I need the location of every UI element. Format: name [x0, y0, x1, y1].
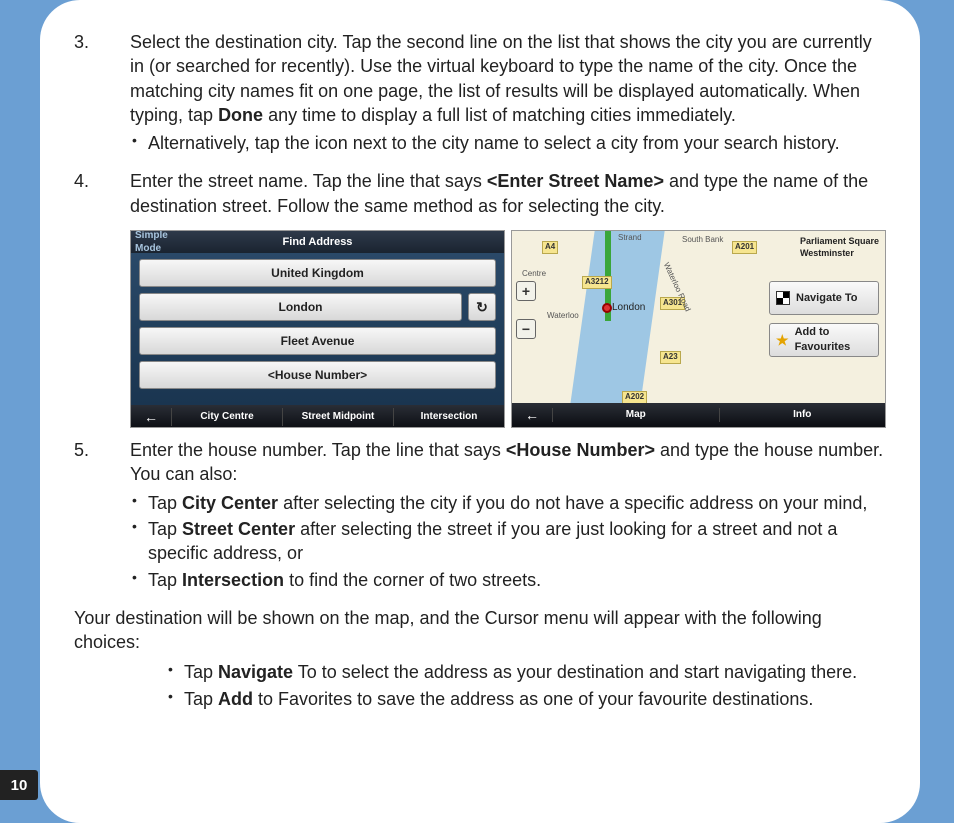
- fields-stack: United Kingdom London ↻ Fleet Avenue <Ho…: [139, 259, 496, 399]
- text: Enter the house number. Tap the line tha…: [130, 440, 506, 460]
- road-label: A3212: [582, 276, 612, 289]
- road-label: A23: [660, 351, 681, 364]
- screenshot-header: Simple Mode Find Address: [131, 231, 504, 253]
- text: to Favorites to save the address as one …: [253, 689, 813, 709]
- page-number: 10: [0, 770, 38, 800]
- substeps: Alternatively, tap the icon next to the …: [130, 131, 886, 155]
- list-item: Tap Navigate To to select the address as…: [166, 660, 886, 684]
- text: after selecting the city if you do not h…: [278, 493, 867, 513]
- back-button[interactable]: ←: [512, 406, 552, 425]
- country-field[interactable]: United Kingdom: [139, 259, 496, 287]
- list-item: Alternatively, tap the icon next to the …: [130, 131, 886, 155]
- screenshot-title: Find Address: [191, 235, 444, 250]
- road-label: A4: [542, 241, 558, 254]
- list-item: Tap Intersection to find the corner of t…: [130, 568, 886, 592]
- screenshots-row: Simple Mode Find Address United Kingdom …: [130, 230, 886, 428]
- pin-label: London: [612, 301, 645, 315]
- map-area[interactable]: A4 A3212 A301 A23 A201 A202 Strand Centr…: [512, 231, 885, 403]
- simple-mode-label[interactable]: Simple Mode: [131, 230, 191, 256]
- screenshot-footer: ← Map Info: [512, 403, 885, 427]
- find-address-screenshot: Simple Mode Find Address United Kingdom …: [130, 230, 505, 428]
- house-number-field[interactable]: <House Number>: [139, 361, 496, 389]
- step-number: 3.: [74, 30, 130, 157]
- map-text: Waterloo: [547, 311, 579, 322]
- bold: Add: [218, 689, 253, 709]
- text: Tap: [184, 662, 218, 682]
- text: Tap: [148, 519, 182, 539]
- text: Alternatively, tap the icon next to the …: [148, 133, 840, 153]
- bold: City Center: [182, 493, 278, 513]
- map-side-buttons: Navigate To ★ Add to Favourites: [769, 281, 879, 357]
- map-text: Strand: [618, 233, 642, 244]
- zoom-out-button[interactable]: −: [516, 319, 536, 339]
- callout-line-2: Westminster: [800, 247, 879, 259]
- bold: Done: [218, 105, 263, 125]
- bold: Street Center: [182, 519, 295, 539]
- text: Tap: [148, 493, 182, 513]
- info-tab[interactable]: Info: [719, 408, 886, 422]
- step-body: Select the destination city. Tap the sec…: [130, 30, 886, 157]
- step-number: 4.: [74, 169, 130, 218]
- star-icon: ★: [776, 331, 789, 350]
- road-label: A201: [732, 241, 757, 254]
- checkered-flag-icon: [776, 291, 790, 305]
- button-label: Add to Favourites: [795, 325, 872, 355]
- bold: <Enter Street Name>: [487, 171, 664, 191]
- substeps: Tap City Center after selecting the city…: [130, 491, 886, 592]
- callout-line-1: Parliament Square: [800, 235, 879, 247]
- step-number: 5.: [74, 438, 130, 594]
- bold: <House Number>: [506, 440, 655, 460]
- add-to-favourites-button[interactable]: ★ Add to Favourites: [769, 323, 879, 357]
- road-label: A202: [622, 391, 647, 404]
- text: to find the corner of two streets.: [284, 570, 541, 590]
- text: Enter the street name. Tap the line that…: [130, 171, 487, 191]
- step-body: Enter the street name. Tap the line that…: [130, 169, 886, 218]
- step-5: 5. Enter the house number. Tap the line …: [74, 438, 886, 594]
- zoom-controls: + −: [516, 281, 536, 339]
- instruction-list: 3. Select the destination city. Tap the …: [74, 30, 886, 218]
- city-row: London ↻: [139, 293, 496, 321]
- bold: Intersection: [182, 570, 284, 590]
- bold: Navigate: [218, 662, 293, 682]
- back-button[interactable]: ←: [131, 408, 171, 427]
- step-4: 4. Enter the street name. Tap the line t…: [74, 169, 886, 218]
- button-label: Navigate To: [796, 291, 858, 306]
- screenshot-footer: ← City Centre Street Midpoint Intersecti…: [131, 405, 504, 428]
- street-midpoint-button[interactable]: Street Midpoint: [282, 408, 393, 426]
- closing-bullets: Tap Navigate To to select the address as…: [166, 660, 886, 711]
- map-screenshot: A4 A3212 A301 A23 A201 A202 Strand Centr…: [511, 230, 886, 428]
- street-field[interactable]: Fleet Avenue: [139, 327, 496, 355]
- zoom-in-button[interactable]: +: [516, 281, 536, 301]
- step-3: 3. Select the destination city. Tap the …: [74, 30, 886, 157]
- refresh-icon[interactable]: ↻: [468, 293, 496, 321]
- list-item: Tap Street Center after selecting the st…: [130, 517, 886, 566]
- text: To to select the address as your destina…: [293, 662, 857, 682]
- intersection-button[interactable]: Intersection: [393, 408, 504, 426]
- map-tab[interactable]: Map: [552, 408, 719, 422]
- text: Tap: [148, 570, 182, 590]
- instruction-list-continued: 5. Enter the house number. Tap the line …: [74, 438, 886, 594]
- page-card: 3. Select the destination city. Tap the …: [40, 0, 920, 823]
- list-item: Tap Add to Favorites to save the address…: [166, 687, 886, 711]
- location-callout: Parliament Square Westminster: [800, 235, 879, 259]
- map-text: South Bank: [682, 235, 723, 246]
- address-fields: United Kingdom London ↻ Fleet Avenue <Ho…: [131, 253, 504, 405]
- list-item: Tap City Center after selecting the city…: [130, 491, 886, 515]
- navigate-to-button[interactable]: Navigate To: [769, 281, 879, 315]
- step-body: Enter the house number. Tap the line tha…: [130, 438, 886, 594]
- river-icon: [569, 231, 664, 411]
- city-centre-button[interactable]: City Centre: [171, 408, 282, 426]
- text: Tap: [184, 689, 218, 709]
- map-text: Centre: [522, 269, 546, 280]
- text: any time to display a full list of match…: [263, 105, 736, 125]
- closing-paragraph: Your destination will be shown on the ma…: [74, 606, 886, 655]
- city-field[interactable]: London: [139, 293, 462, 321]
